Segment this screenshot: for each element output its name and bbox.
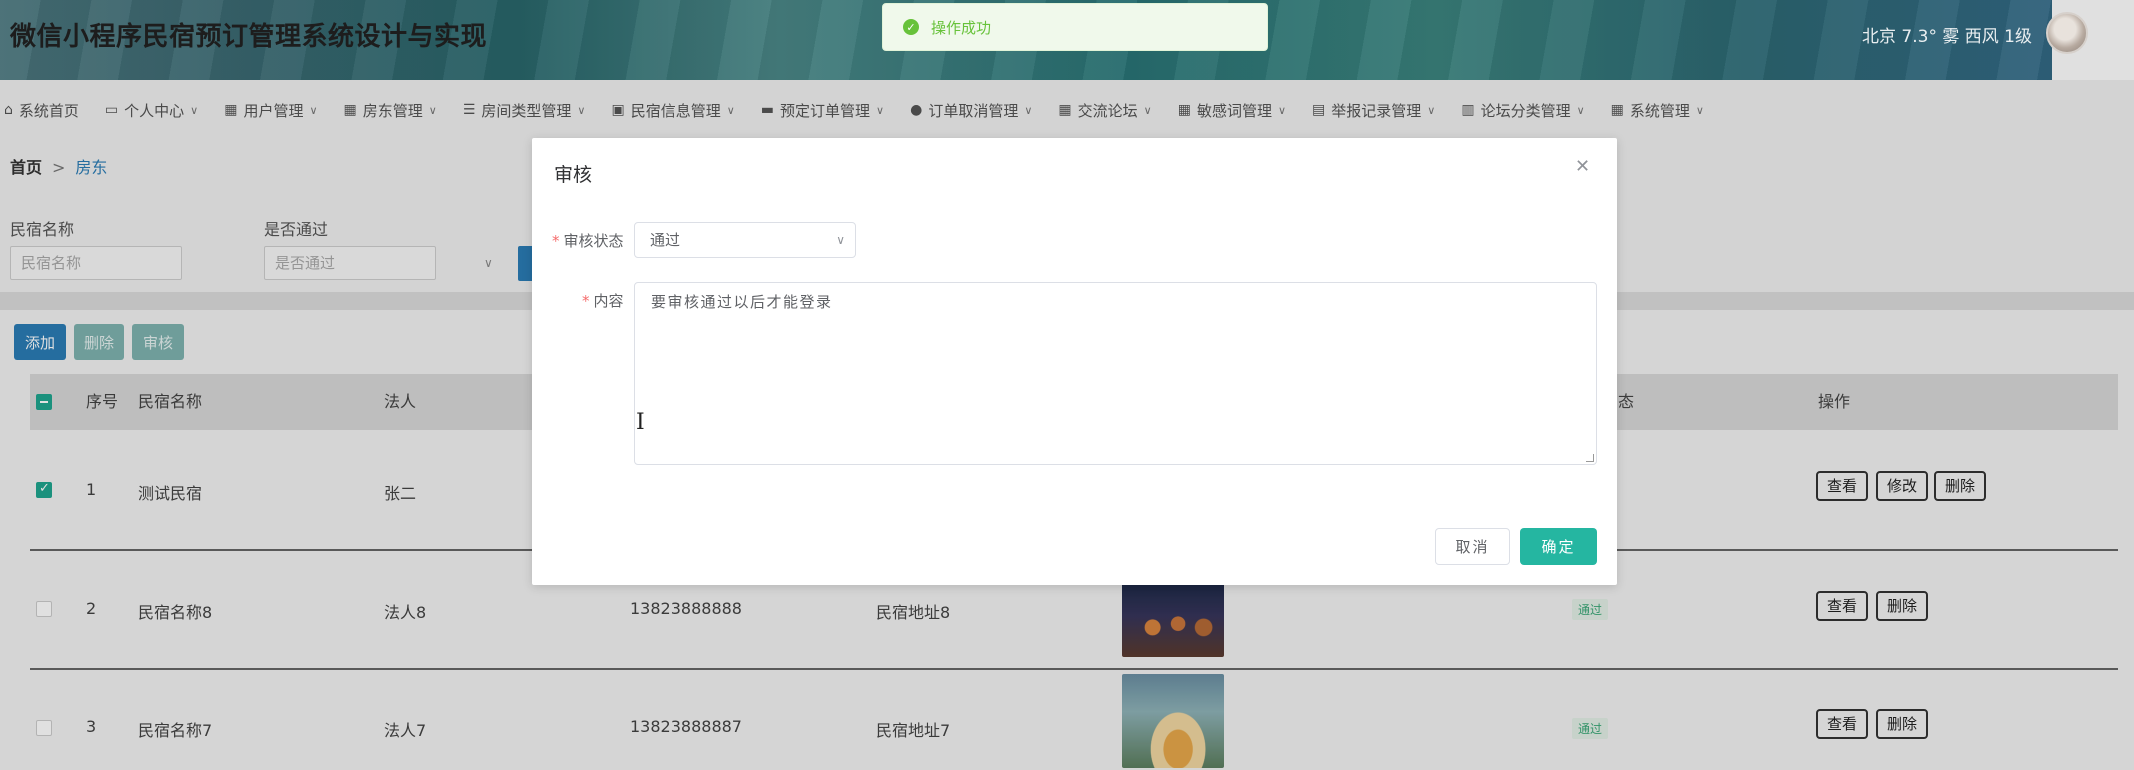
weather-info: 北京 7.3° 雾 西风 1级 (1862, 27, 2032, 47)
status-field-label: * 审核状态 (552, 230, 624, 251)
audit-status-select[interactable]: 通过 ∨ (634, 222, 856, 258)
audit-status-value: 通过 (650, 231, 681, 249)
avatar[interactable] (2046, 12, 2088, 54)
resize-handle[interactable] (1586, 454, 1594, 462)
toast-message: 操作成功 (931, 18, 992, 37)
audit-dialog: 审核 ✕ * 审核状态 通过 ∨ * 内容 要审核通过以后才能登录 I 取消 确定 (532, 138, 1617, 585)
chevron-down-icon: ∨ (836, 233, 845, 247)
cancel-button[interactable]: 取消 (1435, 528, 1510, 565)
content-field-label: * 内容 (582, 290, 624, 311)
close-icon[interactable]: ✕ (1575, 156, 1590, 177)
text-cursor-icon: I (636, 410, 645, 435)
status-label-text: 审核状态 (563, 232, 624, 250)
content-text: 要审核通过以后才能登录 (651, 293, 833, 311)
content-textarea[interactable]: 要审核通过以后才能登录 (634, 282, 1597, 465)
success-toast: ✓ 操作成功 (882, 3, 1268, 51)
check-circle-icon: ✓ (903, 19, 919, 35)
content-label-text: 内容 (593, 292, 624, 310)
app-title: 微信小程序民宿预订管理系统设计与实现 (10, 22, 488, 52)
confirm-button[interactable]: 确定 (1520, 528, 1597, 565)
dialog-title: 审核 (554, 164, 593, 186)
required-mark: * (552, 232, 560, 250)
required-mark: * (582, 292, 590, 310)
